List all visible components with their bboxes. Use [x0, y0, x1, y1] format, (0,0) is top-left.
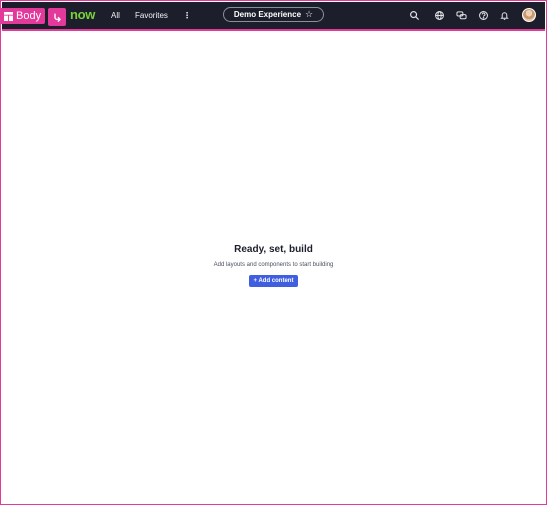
brand-logo[interactable]: now	[70, 8, 95, 22]
empty-state: Ready, set, build Add layouts and compon…	[1, 244, 546, 287]
bell-icon[interactable]	[499, 10, 510, 21]
body-component-badge[interactable]: Body	[1, 8, 46, 24]
globe-icon[interactable]	[434, 10, 445, 21]
link-component-badge[interactable]	[48, 8, 66, 26]
empty-state-title: Ready, set, build	[234, 244, 313, 255]
layout-grid-icon	[4, 11, 13, 21]
experience-pill[interactable]: Demo Experience ☆	[223, 7, 324, 22]
top-navigation-bar: now All Favorites ⋮ Demo Experience ☆	[2, 2, 545, 31]
link-icon	[54, 13, 61, 22]
empty-state-subtitle: Add layouts and components to start buil…	[213, 262, 334, 268]
nav-more-menu[interactable]: ⋮	[183, 11, 191, 21]
add-content-button[interactable]: + Add content	[248, 275, 299, 287]
avatar[interactable]	[522, 8, 536, 22]
star-icon[interactable]: ☆	[305, 10, 313, 19]
experience-pill-label: Demo Experience	[233, 10, 302, 19]
page-canvas: now All Favorites ⋮ Demo Experience ☆ Bo…	[0, 0, 547, 505]
nav-all-menu[interactable]: All	[111, 11, 120, 21]
search-icon[interactable]	[409, 10, 420, 21]
chat-icon[interactable]	[456, 10, 467, 21]
body-badge-label: Body	[16, 10, 42, 22]
nav-favorites-menu[interactable]: Favorites	[135, 11, 168, 21]
help-icon[interactable]	[478, 10, 489, 21]
